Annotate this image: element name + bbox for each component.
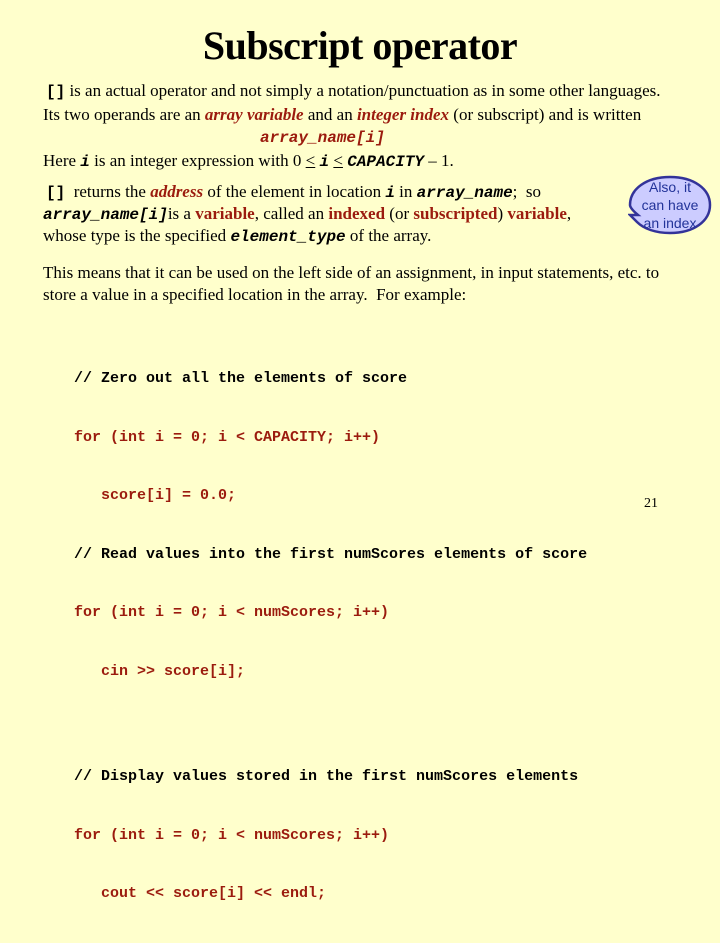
callout-line: Also, it [648, 179, 691, 195]
term-indexed: indexed [328, 204, 386, 223]
term-variable: variable [507, 204, 567, 223]
text: , [566, 204, 572, 223]
code-block: // Zero out all the elements of score fo… [74, 330, 587, 943]
code-line: score[i] = 0.0; [74, 487, 237, 504]
indexed-expr: array_name[i] [43, 206, 168, 224]
term-array-variable: array variable [204, 105, 304, 124]
var-i: i [385, 184, 395, 202]
text: – 1. [424, 151, 454, 170]
text: , called an [254, 204, 329, 223]
paragraph-returns-line3: whose type is the specified element_type… [43, 225, 431, 248]
text: in [394, 182, 417, 201]
syntax-example: array_name[i] [260, 126, 385, 149]
text: is an integer expression with 0 [89, 151, 306, 170]
callout-line: can have [641, 197, 699, 213]
code-line: cin >> score[i]; [74, 662, 246, 680]
text: Here [43, 151, 81, 170]
slide: Subscript operator [] is an actual opera… [0, 0, 720, 902]
page-number: 21 [644, 496, 658, 511]
paragraph-operands: Its two operands are an array variable a… [43, 104, 641, 126]
text: returns the [65, 182, 151, 201]
text: of the element in location [203, 182, 386, 201]
code-line: for (int i = 0; i < CAPACITY; i++) [74, 428, 381, 446]
paragraph-usage-line1: This means that it can be used on the le… [43, 263, 660, 282]
text: (or [385, 204, 414, 223]
text: ) [497, 204, 508, 223]
code-comment: // Display values stored in the first nu… [74, 768, 579, 785]
term-variable: variable [195, 204, 255, 223]
text: of the array. [345, 226, 432, 245]
array-name: array_name [416, 184, 513, 202]
code-line: for (int i = 0; i < numScores; i++) [74, 826, 390, 844]
text: whose type is the specified [43, 226, 231, 245]
paragraph-range: Here i is an integer expression with 0 <… [43, 150, 454, 173]
paragraph-operator: [] is an actual operator and not simply … [46, 80, 661, 103]
code-line: for (int i = 0; i < numScores; i++) [74, 604, 390, 621]
operator-symbol: [] [46, 83, 66, 101]
code-line: cout << score[i] << endl; [74, 885, 327, 902]
paragraph-returns-line1: [] returns the address of the element in… [46, 181, 541, 204]
element-type: element_type [230, 228, 346, 246]
paragraph-text: is an actual operator and not simply a n… [65, 81, 661, 100]
var-i: i [80, 153, 90, 171]
code-comment: // Zero out all the elements of score [74, 370, 408, 387]
text: and an [303, 105, 357, 124]
capacity-const: CAPACITY [347, 153, 425, 171]
syntax-code: array_name[i] [260, 129, 385, 147]
code-comment: // Read values into the first numScores … [74, 545, 588, 563]
term-subscripted: subscripted [413, 204, 498, 223]
var-i: i [319, 153, 330, 171]
callout-bubble: Also, it can have an index [628, 175, 712, 235]
code-gap [74, 720, 587, 728]
slide-title: Subscript operator [202, 23, 518, 68]
callout-line: an index [643, 215, 697, 231]
paragraph-usage-line2: store a value in a specified location in… [43, 285, 467, 304]
le-symbol: < [305, 151, 316, 170]
le-symbol: < [333, 151, 343, 170]
term-address: address [150, 182, 204, 201]
term-integer-index: integer index [356, 105, 450, 124]
text: (or subscript) and is written [449, 105, 642, 124]
paragraph-returns-line2: array_name[i]is a variable, called an in… [43, 203, 571, 226]
callout-text: Also, it can have an index [628, 178, 712, 232]
text: ; so [512, 182, 542, 201]
operator-symbol: [] [46, 184, 66, 202]
text: Its two operands are an [43, 105, 205, 124]
text: is a [167, 204, 196, 223]
